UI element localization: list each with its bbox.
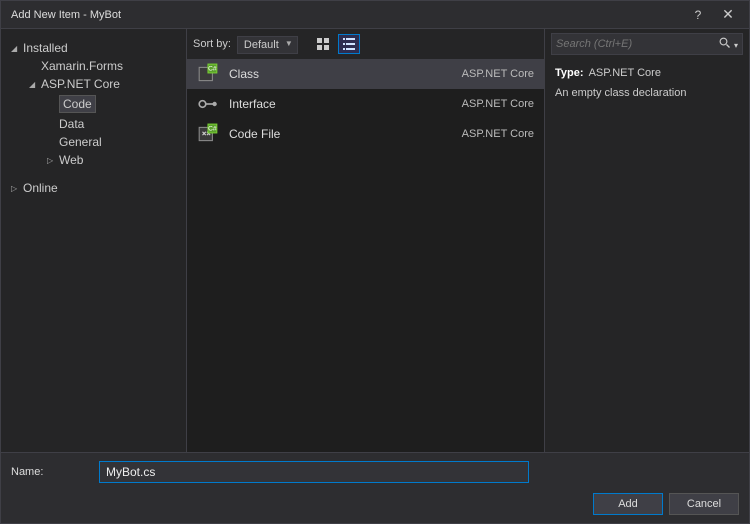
detail-type-label: Type:	[555, 67, 584, 79]
tree-label: Online	[23, 181, 58, 195]
detail-type-row: Type: ASP.NET Core	[555, 67, 739, 79]
template-name: Class	[229, 67, 462, 81]
name-label: Name:	[11, 466, 91, 478]
template-list: C# Class ASP.NET Core Interface ASP.NET …	[187, 59, 544, 452]
tree-item-xamarin[interactable]: Xamarin.Forms	[7, 57, 180, 75]
cancel-button[interactable]: Cancel	[669, 493, 739, 515]
toolbar: Sort by: Default ▼	[187, 29, 544, 59]
tree-online[interactable]: ▷ Online	[7, 179, 180, 197]
view-list-icon[interactable]	[338, 34, 360, 54]
filename-input[interactable]	[99, 461, 529, 483]
detail-type-value: ASP.NET Core	[589, 67, 661, 79]
chevron-down-icon: ◢	[11, 44, 21, 53]
button-row: Add Cancel	[11, 493, 739, 515]
dialog-body: ◢ Installed Xamarin.Forms ◢ ASP.NET Core…	[1, 29, 749, 452]
titlebar: Add New Item - MyBot ? ✕	[1, 1, 749, 29]
search-wrap: ▾	[545, 29, 749, 59]
chevron-right-icon: ▷	[47, 156, 57, 165]
dialog-footer: Name: Add Cancel	[1, 452, 749, 523]
help-icon[interactable]: ?	[683, 8, 713, 22]
tree-label: Data	[59, 117, 84, 131]
template-group: ASP.NET Core	[462, 98, 534, 110]
search-input[interactable]	[556, 38, 715, 50]
template-item-class[interactable]: C# Class ASP.NET Core	[187, 59, 544, 89]
chevron-down-icon: ◢	[29, 80, 39, 89]
tree-label: Web	[59, 153, 83, 167]
sort-label: Sort by:	[193, 38, 231, 50]
sort-value: Default	[237, 36, 298, 54]
template-panel: Sort by: Default ▼ C# Class	[186, 29, 545, 452]
window-title: Add New Item - MyBot	[11, 9, 683, 21]
sort-dropdown[interactable]: Default ▼	[237, 35, 298, 53]
template-item-interface[interactable]: Interface ASP.NET Core	[187, 89, 544, 119]
category-tree: ◢ Installed Xamarin.Forms ◢ ASP.NET Core…	[1, 29, 186, 452]
template-group: ASP.NET Core	[462, 68, 534, 80]
tree-item-code[interactable]: Code	[7, 93, 180, 115]
tree-label: Code	[59, 95, 96, 113]
detail-description: An empty class declaration	[555, 87, 739, 99]
chevron-right-icon: ▷	[11, 184, 21, 193]
close-icon[interactable]: ✕	[713, 6, 743, 23]
class-icon: C#	[197, 64, 219, 84]
template-group: ASP.NET Core	[462, 128, 534, 140]
svg-text:C#: C#	[208, 66, 217, 73]
detail-body: Type: ASP.NET Core An empty class declar…	[545, 59, 749, 107]
add-button[interactable]: Add	[593, 493, 663, 515]
tree-item-aspnetcore[interactable]: ◢ ASP.NET Core	[7, 75, 180, 93]
view-grid-icon[interactable]	[312, 34, 334, 54]
tree-label: ASP.NET Core	[41, 77, 120, 91]
template-item-codefile[interactable]: C# Code File ASP.NET Core	[187, 119, 544, 149]
template-name: Code File	[229, 127, 462, 141]
codefile-icon: C#	[197, 124, 219, 144]
tree-item-web[interactable]: ▷ Web	[7, 151, 180, 169]
search-icon[interactable]: ▾	[715, 37, 738, 52]
template-name: Interface	[229, 97, 462, 111]
tree-installed[interactable]: ◢ Installed	[7, 39, 180, 57]
svg-text:C#: C#	[208, 126, 217, 133]
dialog-window: Add New Item - MyBot ? ✕ ◢ Installed Xam…	[0, 0, 750, 524]
tree-label: Installed	[23, 41, 68, 55]
details-panel: ▾ Type: ASP.NET Core An empty class decl…	[545, 29, 749, 452]
tree-item-general[interactable]: General	[7, 133, 180, 151]
name-row: Name:	[11, 461, 739, 483]
tree-label: General	[59, 135, 102, 149]
tree-item-data[interactable]: Data	[7, 115, 180, 133]
tree-label: Xamarin.Forms	[41, 59, 123, 73]
interface-icon	[197, 94, 219, 114]
search-box[interactable]: ▾	[551, 33, 743, 55]
